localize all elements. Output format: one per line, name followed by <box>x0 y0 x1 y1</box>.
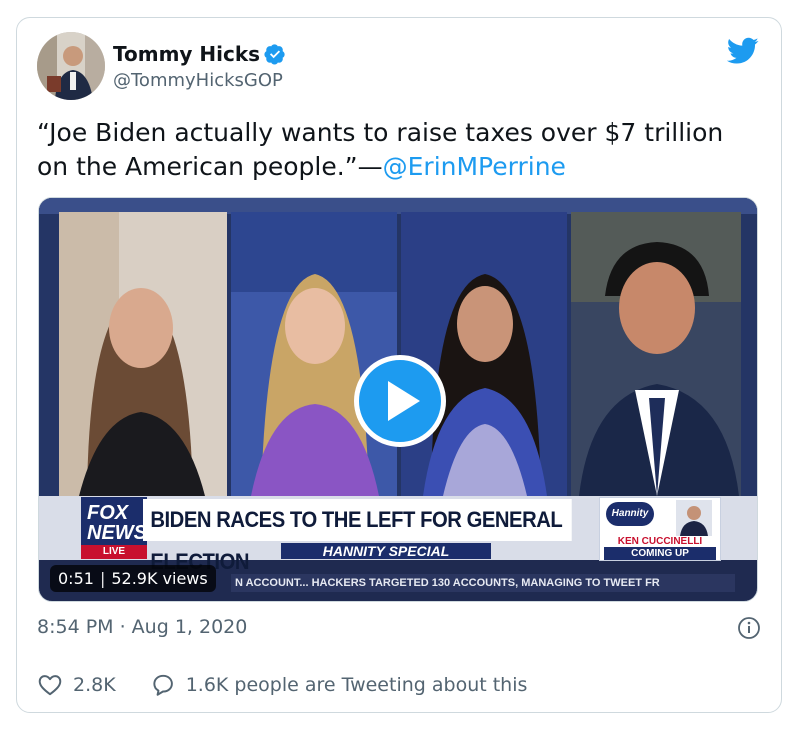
play-icon <box>388 381 420 421</box>
info-icon[interactable] <box>737 616 761 640</box>
show-label: HANNITY SPECIAL <box>281 543 491 559</box>
author-name-row[interactable]: Tommy Hicks <box>113 42 286 66</box>
tweet-actions: 2.8K 1.6K people are Tweeting about this <box>37 672 527 698</box>
video-view-count: 52.9K views <box>111 569 208 588</box>
author-handle[interactable]: @TommyHicksGOP <box>113 70 283 91</box>
play-button[interactable] <box>354 355 446 447</box>
author-display-name[interactable]: Tommy Hicks <box>113 42 260 66</box>
tweet-timestamp[interactable]: 8:54 PM · Aug 1, 2020 <box>37 616 247 638</box>
live-label: LIVE <box>81 545 147 559</box>
like-count: 2.8K <box>73 674 116 696</box>
mention-link[interactable]: @ErinMPerrine <box>383 152 566 181</box>
promo-badge: Hannity <box>606 502 654 526</box>
logo-line-2: NEWS <box>87 522 147 544</box>
conversation-text: 1.6K people are Tweeting about this <box>185 674 528 696</box>
chyron-headline: BIDEN RACES TO THE LEFT FOR GENERAL ELEC… <box>143 499 572 574</box>
video-stats: 0:51 | 52.9K views <box>50 565 216 592</box>
stats-separator: | <box>99 569 106 588</box>
avatar[interactable] <box>37 32 105 100</box>
avatar-photo <box>37 32 105 100</box>
promo-box: Hannity KEN CUCCINELLI COMING UP <box>599 497 721 561</box>
promo-guest-name: KEN CUCCINELLI <box>617 536 703 547</box>
like-button[interactable]: 2.8K <box>37 672 116 698</box>
news-ticker: N ACCOUNT... HACKERS TARGETED 130 ACCOUN… <box>231 574 735 592</box>
tweet-card[interactable]: Tommy Hicks @TommyHicksGOP “Joe Biden ac… <box>16 17 782 713</box>
tweet-text: “Joe Biden actually wants to raise taxes… <box>37 116 757 184</box>
promo-coming-up: COMING UP <box>604 547 716 560</box>
reply-bubble-icon <box>153 674 173 696</box>
news-chyron: FOX NEWS LIVE BIDEN RACES TO THE LEFT FO… <box>81 497 721 574</box>
video-player[interactable]: FOX NEWS LIVE BIDEN RACES TO THE LEFT FO… <box>38 197 758 602</box>
twitter-bird-icon[interactable] <box>727 36 759 66</box>
conversation-link[interactable]: 1.6K people are Tweeting about this <box>150 672 528 698</box>
logo-line-1: FOX <box>87 502 129 524</box>
heart-icon <box>38 675 62 696</box>
verified-badge-icon <box>264 44 285 65</box>
fox-news-logo: FOX NEWS LIVE <box>81 497 147 559</box>
video-duration: 0:51 <box>58 569 94 588</box>
guest-portrait <box>676 500 712 536</box>
tweet-body: “Joe Biden actually wants to raise taxes… <box>37 118 724 181</box>
